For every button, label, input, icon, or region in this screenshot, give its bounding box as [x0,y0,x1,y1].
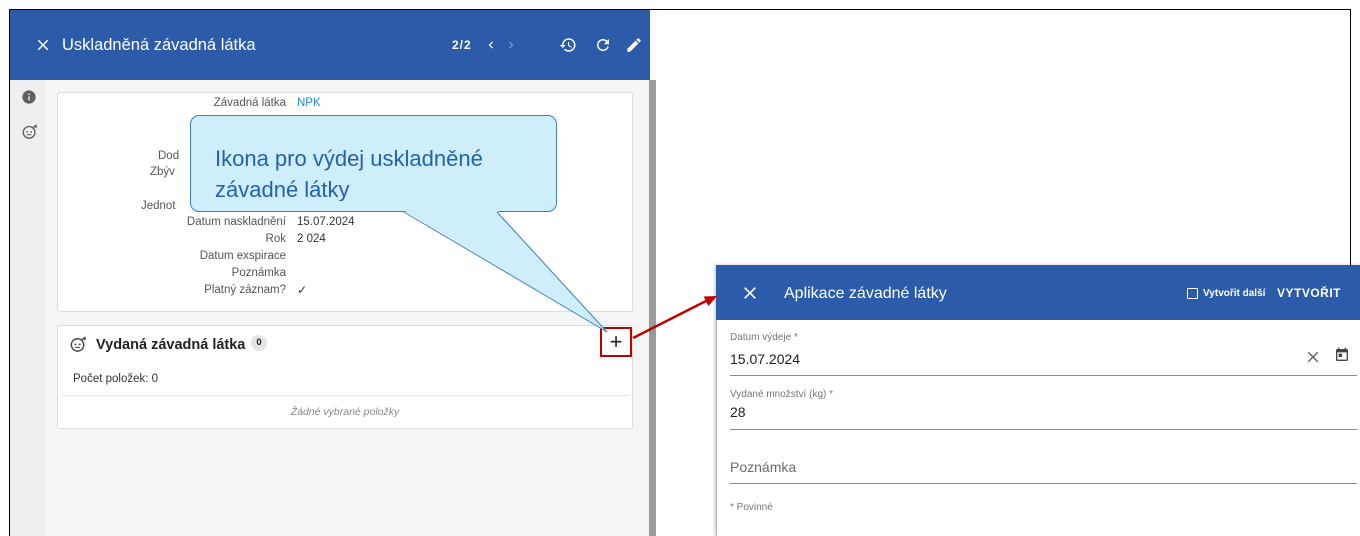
edit-icon[interactable] [625,36,643,54]
sidebar [10,80,45,536]
issued-card-title: Vydaná závadná látka [96,337,246,353]
required-note: * Povinné [730,502,773,513]
chevron-right-icon[interactable] [504,38,518,52]
hazardous-substance-icon [69,334,88,353]
detail-label: Závadná látka [213,97,286,109]
pager-counter: 2/2 [452,38,472,52]
hazardous-substance-icon[interactable] [21,122,39,140]
close-icon[interactable] [740,283,760,303]
issue-date-label: Datum výdeje * [730,332,798,343]
detail-value: 15.07.2024 [297,216,355,228]
add-issue-button[interactable]: + [600,327,632,357]
field-underline [730,375,1357,376]
field-underline [730,483,1357,484]
field-underline [730,429,1357,430]
detail-label: Dod [158,150,180,162]
callout-line: Ikona pro výdej uskladněné [215,146,483,171]
detail-value: 2 024 [297,233,326,245]
create-another-checkbox[interactable] [1187,288,1198,299]
calendar-icon[interactable] [1334,347,1350,363]
detail-label: Platný záznam? [204,284,286,296]
callout-text: Ikona pro výdej uskladněné závadné látky [215,143,550,201]
count-badge: 0 [251,335,267,351]
create-button[interactable]: VYTVOŘIT [1277,286,1341,301]
note-field[interactable] [730,457,1300,477]
dialog-title: Aplikace závadné látky [784,285,947,302]
history-icon[interactable] [559,36,577,54]
detail-label: Zbýv [150,166,175,178]
detail-label: Datum naskladnění [186,216,286,228]
create-another-label[interactable]: Vytvořit další [1203,288,1265,300]
detail-label: Rok [265,233,286,245]
pointer-arrow-head [703,296,717,306]
substance-link[interactable]: NPK [297,96,321,110]
panel-scrollbar[interactable] [649,80,656,536]
detail-label: Poznámka [231,267,286,279]
valid-checkmark: ✓ [297,283,308,297]
clear-icon[interactable] [1304,348,1322,366]
frame-right [1350,9,1351,266]
empty-state-text: Žádné vybrané položky [290,406,400,418]
page-title: Uskladněná závadná látka [62,36,256,54]
issue-date-field[interactable] [730,349,1300,369]
refresh-icon[interactable] [594,36,612,54]
divider [61,395,629,396]
quantity-field[interactable] [730,402,1300,422]
close-icon[interactable] [34,36,52,54]
item-count: Počet položek: 0 [73,373,159,385]
callout-line: závadné látky [215,177,350,201]
detail-label: Jednot [141,200,176,212]
detail-label: Datum exspirace [199,250,286,262]
info-icon[interactable] [21,89,37,105]
chevron-left-icon[interactable] [484,38,498,52]
quantity-label: Vydané množství (kg) * [730,389,834,400]
